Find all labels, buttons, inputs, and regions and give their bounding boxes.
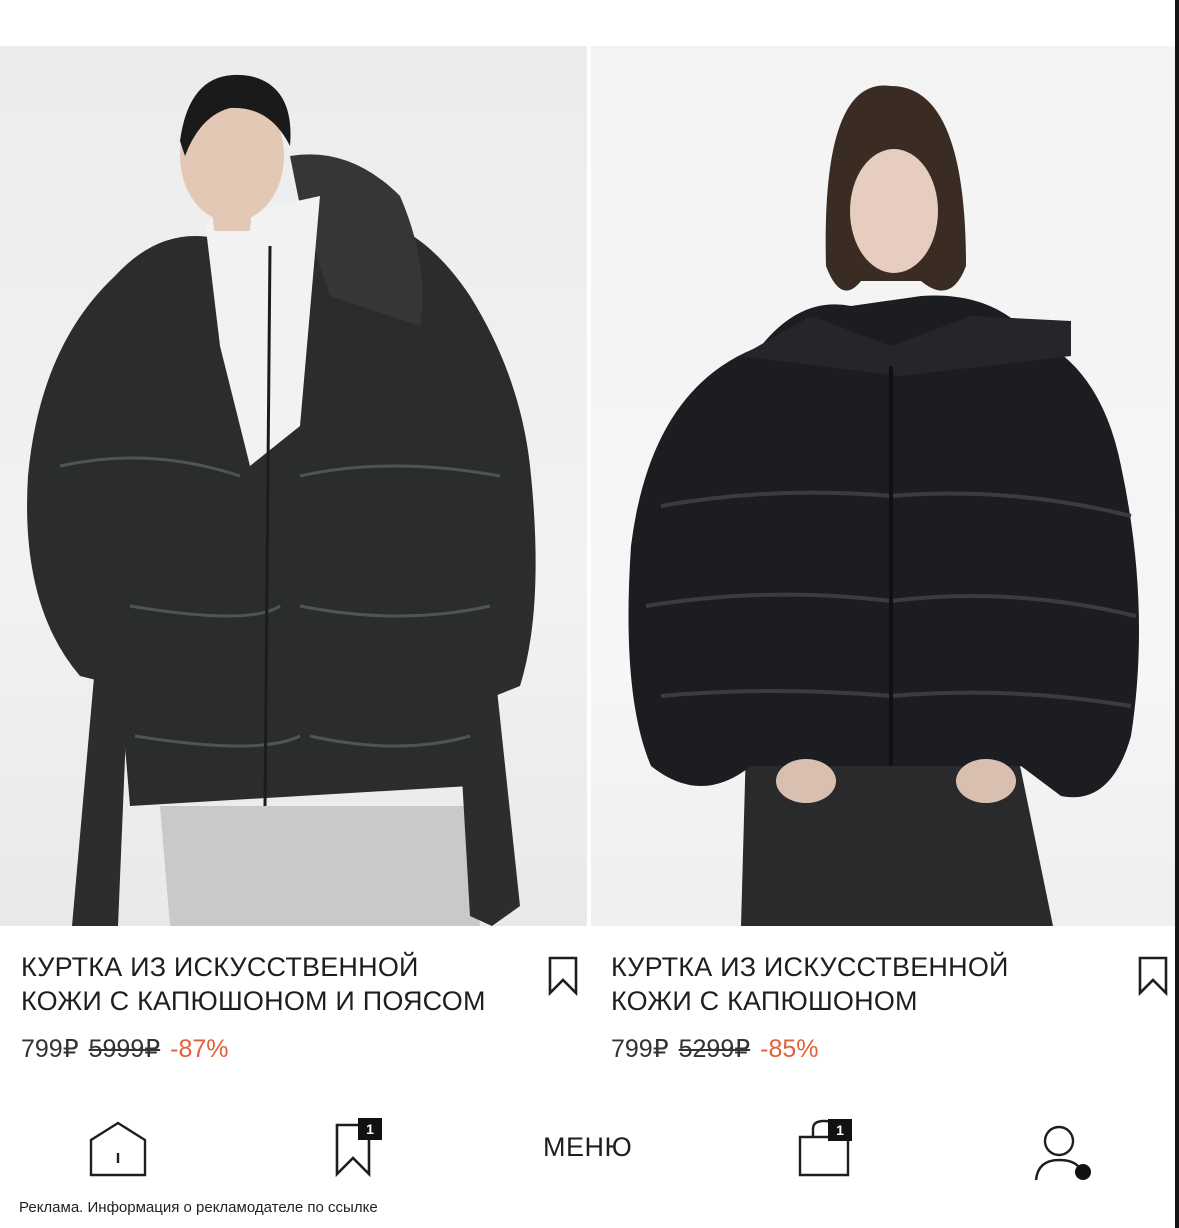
product-title-1[interactable]: КУРТКА ИЗ ИСКУССТВЕННОЙ КОЖИ С КАПЮШОНОМ…: [21, 950, 531, 1018]
nav-profile-button[interactable]: [1032, 1124, 1094, 1187]
add-to-favorites-button-1[interactable]: [547, 956, 579, 1001]
product-title-1-line2: КОЖИ С КАПЮШОНОМ И ПОЯСОМ: [21, 986, 486, 1016]
nav-favorites-button[interactable]: 1: [334, 1118, 390, 1178]
product-image-1[interactable]: [0, 46, 587, 926]
discount-badge: -87%: [170, 1035, 229, 1063]
cart-count-badge: 1: [828, 1119, 852, 1141]
right-edge-bar: [1175, 0, 1179, 1228]
old-price: 5999₽: [88, 1035, 161, 1063]
product-photo-2: [628, 85, 1139, 926]
home-icon: [89, 1121, 147, 1177]
nav-cart-button[interactable]: 1: [798, 1117, 858, 1179]
ad-notice[interactable]: Реклама. Информация о рекламодателе по с…: [19, 1199, 378, 1216]
product-title-2[interactable]: КУРТКА ИЗ ИСКУССТВЕННОЙ КОЖИ С КАПЮШОНОМ: [611, 950, 1121, 1018]
discount-badge: -85%: [760, 1035, 819, 1063]
product-title-2-line1: КУРТКА ИЗ ИСКУССТВЕННОЙ: [611, 952, 1009, 982]
product-image-2[interactable]: [591, 46, 1175, 926]
product-title-2-line2: КОЖИ С КАПЮШОНОМ: [611, 986, 918, 1016]
bookmark-icon: [1138, 956, 1168, 997]
product-title-1-line1: КУРТКА ИЗ ИСКУССТВЕННОЙ: [21, 952, 419, 982]
current-price: 799₽: [611, 1035, 669, 1063]
bookmark-icon: [548, 956, 578, 997]
add-to-favorites-button-2[interactable]: [1137, 956, 1169, 1001]
price-row-2: 799₽ 5299₽ -85%: [611, 1034, 819, 1064]
user-icon: [1034, 1125, 1091, 1181]
nav-menu-button[interactable]: МЕНЮ: [543, 1132, 632, 1163]
current-price: 799₽: [21, 1035, 79, 1063]
price-row-1: 799₽ 5999₽ -87%: [21, 1034, 229, 1064]
favorites-count-badge: 1: [358, 1118, 382, 1140]
nav-home-button[interactable]: [88, 1120, 148, 1183]
product-photo-1: [27, 74, 536, 926]
old-price: 5299₽: [678, 1035, 751, 1063]
